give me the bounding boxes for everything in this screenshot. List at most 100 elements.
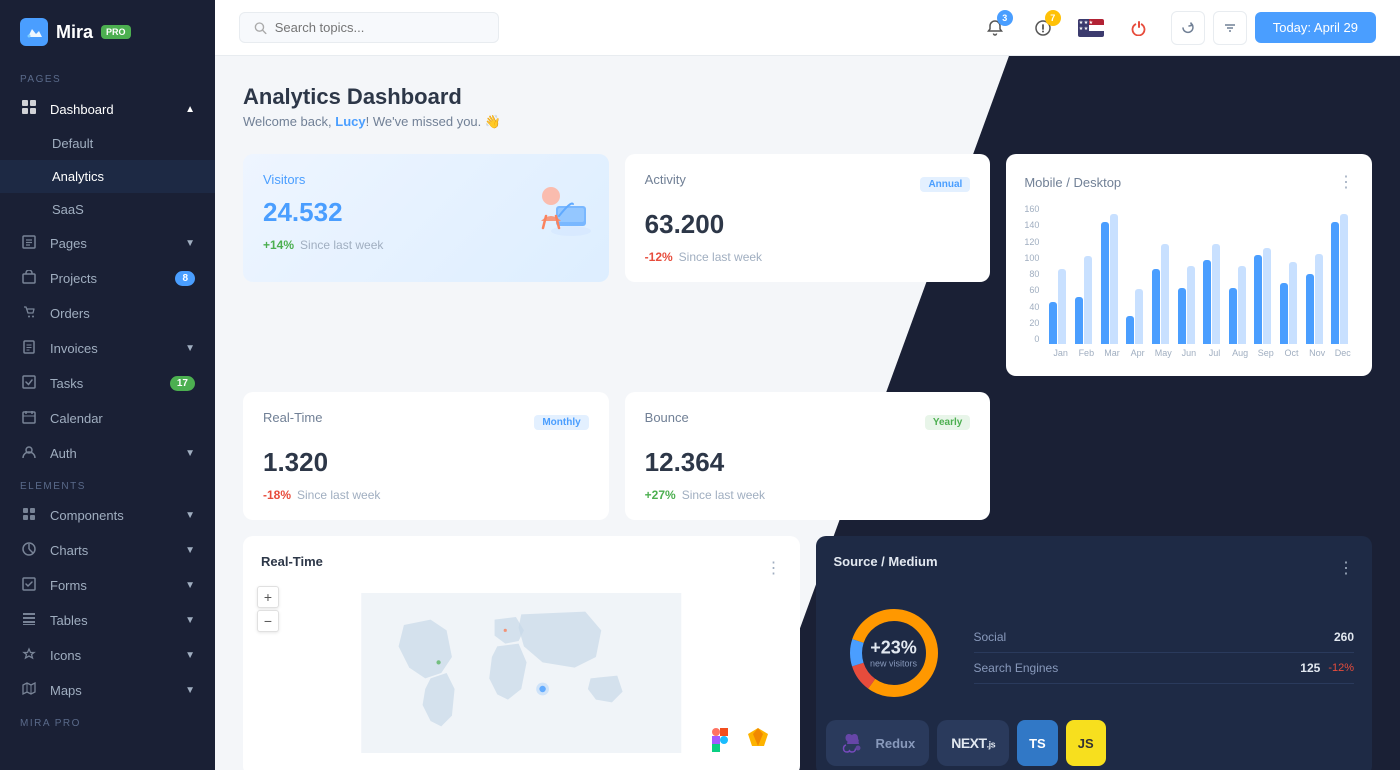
default-label: Default bbox=[52, 136, 93, 151]
realtime-header: Real-Time Monthly bbox=[263, 410, 589, 435]
main-area: 3 7 ★★★★★★ bbox=[215, 0, 1400, 770]
sidebar-item-orders[interactable]: Orders bbox=[0, 296, 215, 331]
source-row-social: Social 260 bbox=[974, 622, 1355, 653]
chart-bars bbox=[1049, 204, 1354, 344]
power-icon bbox=[1131, 20, 1147, 36]
sidebar-item-saas[interactable]: SaaS bbox=[0, 193, 215, 226]
map-card: Real-Time ⋮ + − bbox=[243, 536, 800, 770]
forms-icon bbox=[20, 577, 38, 594]
partner-javascript: JS bbox=[1066, 720, 1106, 766]
bounce-header: Bounce Yearly bbox=[645, 410, 971, 435]
pages-chevron: ▼ bbox=[185, 238, 195, 249]
chart-label: Mobile / Desktop bbox=[1024, 175, 1121, 190]
bounce-label: Bounce bbox=[645, 410, 689, 425]
activity-label: Activity bbox=[645, 172, 686, 187]
tables-chevron: ▼ bbox=[185, 615, 195, 626]
map-zoom-controls: + − bbox=[257, 586, 279, 632]
filter-button[interactable] bbox=[1213, 11, 1247, 45]
language-selector[interactable]: ★★★★★★ bbox=[1075, 12, 1107, 44]
sidebar-item-default[interactable]: Default bbox=[0, 127, 215, 160]
zoom-out-button[interactable]: − bbox=[257, 610, 279, 632]
notifications-button[interactable]: 3 bbox=[979, 12, 1011, 44]
components-label: Components bbox=[50, 508, 124, 523]
activity-card: Activity Annual 63.200 -12% Since last w… bbox=[625, 154, 991, 282]
activity-card-header: Activity Annual bbox=[645, 172, 971, 197]
calendar-label: Calendar bbox=[50, 411, 103, 426]
sidebar-item-dashboard[interactable]: Dashboard ▲ bbox=[0, 91, 215, 127]
analytics-label: Analytics bbox=[52, 169, 104, 184]
pages-label: Pages bbox=[50, 236, 87, 251]
topbar-right: 3 7 ★★★★★★ bbox=[979, 11, 1376, 45]
bounce-footer: +27% Since last week bbox=[645, 488, 971, 502]
sidebar-item-pages[interactable]: Pages ▼ bbox=[0, 226, 215, 261]
map-title: Real-Time bbox=[261, 554, 323, 569]
auth-chevron: ▼ bbox=[185, 448, 195, 459]
page-title: Analytics Dashboard bbox=[243, 84, 501, 110]
map-menu[interactable]: ⋮ bbox=[766, 558, 782, 578]
js-text: JS bbox=[1078, 736, 1094, 751]
social-value: 260 bbox=[1334, 630, 1354, 644]
sidebar-section-elements: ELEMENTS bbox=[0, 471, 215, 498]
redux-logo bbox=[840, 730, 866, 756]
maps-chevron: ▼ bbox=[185, 685, 195, 696]
sidebar-item-charts[interactable]: Charts ▼ bbox=[0, 533, 215, 568]
components-icon bbox=[20, 507, 38, 524]
bounce-value: 12.364 bbox=[645, 447, 971, 478]
source-header: Source / Medium ⋮ bbox=[834, 554, 1355, 581]
search-input[interactable] bbox=[275, 20, 484, 35]
activity-badge: Annual bbox=[920, 177, 970, 192]
sidebar-section-pages: PAGES bbox=[0, 64, 215, 91]
invoices-label: Invoices bbox=[50, 341, 98, 356]
sidebar-item-tables[interactable]: Tables ▼ bbox=[0, 603, 215, 638]
realtime-since: Since last week bbox=[297, 488, 380, 502]
chart-card-header: Mobile / Desktop ⋮ bbox=[1024, 172, 1354, 192]
calendar-icon bbox=[20, 410, 38, 427]
source-menu[interactable]: ⋮ bbox=[1338, 558, 1354, 578]
sidebar-item-components[interactable]: Components ▼ bbox=[0, 498, 215, 533]
sidebar-item-calendar[interactable]: Calendar bbox=[0, 401, 215, 436]
search-box[interactable] bbox=[239, 12, 499, 43]
sidebar-item-forms[interactable]: Forms ▼ bbox=[0, 568, 215, 603]
zoom-in-button[interactable]: + bbox=[257, 586, 279, 608]
charts-label: Charts bbox=[50, 543, 88, 558]
alerts-button[interactable]: 7 bbox=[1027, 12, 1059, 44]
partner-redux: Redux bbox=[826, 720, 930, 766]
tables-icon bbox=[20, 612, 38, 629]
power-button[interactable] bbox=[1123, 12, 1155, 44]
forms-chevron: ▼ bbox=[185, 580, 195, 591]
bounce-badge: Yearly bbox=[925, 415, 970, 430]
auth-label: Auth bbox=[50, 446, 77, 461]
source-rows: Social 260 Search Engines 125 -12% bbox=[974, 622, 1355, 684]
search-pct: -12% bbox=[1328, 662, 1354, 674]
logo: Mira PRO bbox=[0, 0, 215, 64]
chart-menu[interactable]: ⋮ bbox=[1338, 172, 1354, 192]
source-medium-card: Source / Medium ⋮ bbox=[816, 536, 1373, 770]
sidebar-item-tasks[interactable]: Tasks 17 bbox=[0, 366, 215, 401]
donut-label: +23% new visitors bbox=[870, 638, 917, 669]
stats-row-1: Visitors 24.532 +14% Since last week bbox=[243, 154, 1372, 376]
nextjs-text: NEXT.js bbox=[951, 735, 995, 751]
saas-label: SaaS bbox=[52, 202, 84, 217]
sidebar-item-analytics[interactable]: Analytics bbox=[0, 160, 215, 193]
maps-icon bbox=[20, 682, 38, 699]
sidebar-item-invoices[interactable]: Invoices ▼ bbox=[0, 331, 215, 366]
donut-pct: +23% bbox=[870, 638, 917, 659]
donut-chart: +23% new visitors bbox=[834, 593, 954, 713]
tasks-icon bbox=[20, 375, 38, 392]
dashboard-icon bbox=[20, 100, 38, 118]
activity-footer: -12% Since last week bbox=[645, 250, 971, 264]
orders-icon bbox=[20, 305, 38, 322]
pages-icon bbox=[20, 235, 38, 252]
refresh-button[interactable] bbox=[1171, 11, 1205, 45]
tasks-badge: 17 bbox=[170, 376, 195, 391]
sidebar-item-icons[interactable]: Icons ▼ bbox=[0, 638, 215, 673]
date-button[interactable]: Today: April 29 bbox=[1255, 12, 1376, 43]
sidebar-item-maps[interactable]: Maps ▼ bbox=[0, 673, 215, 708]
sidebar-item-projects[interactable]: Projects 8 bbox=[0, 261, 215, 296]
charts-chevron: ▼ bbox=[185, 545, 195, 556]
partner-figma bbox=[688, 710, 790, 766]
partner-typescript: TS bbox=[1017, 720, 1058, 766]
notifications-badge: 3 bbox=[997, 10, 1013, 26]
ts-text: TS bbox=[1029, 736, 1046, 751]
sidebar-item-auth[interactable]: Auth ▼ bbox=[0, 436, 215, 471]
